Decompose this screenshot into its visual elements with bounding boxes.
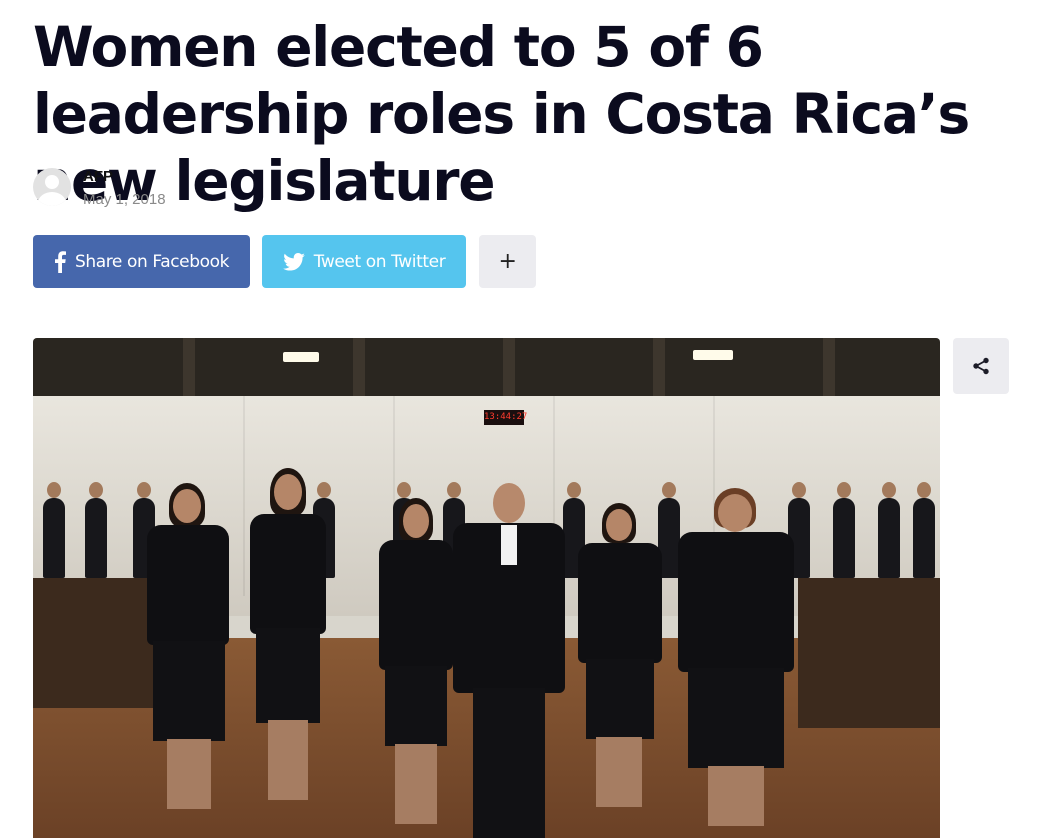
photo-background-person [43, 482, 65, 578]
photo-background-person [913, 482, 935, 578]
floating-share-button[interactable] [953, 338, 1009, 394]
figure-body [379, 540, 453, 670]
photo-beam [653, 338, 665, 396]
photo-background-person [85, 482, 107, 578]
photo-beam [183, 338, 195, 396]
photo-beam [353, 338, 365, 396]
figure-body [578, 543, 662, 663]
share-facebook-button[interactable]: Share on Facebook [33, 235, 250, 288]
publish-date: May 1, 2018 [83, 191, 166, 208]
photo-background-person [833, 482, 855, 578]
photo-beam [823, 338, 835, 396]
share-icon [973, 357, 989, 375]
figure-skirt [385, 666, 447, 746]
photo-ceiling-light [283, 352, 319, 362]
figure-trousers [473, 688, 545, 838]
plus-icon: + [498, 249, 517, 274]
photo-desk-right [798, 578, 940, 728]
figure-skirt [153, 641, 225, 741]
share-facebook-label: Share on Facebook [74, 251, 230, 272]
figure-skirt [256, 628, 320, 723]
avatar-shoulders [38, 192, 66, 206]
figure-head [493, 483, 525, 523]
more-share-button[interactable]: + [479, 235, 536, 288]
figure-head [173, 489, 201, 523]
figure-body [147, 525, 229, 645]
figure-body [250, 514, 326, 634]
figure-legs [268, 720, 308, 800]
article-headline: Women elected to 5 of 6 leadership roles… [33, 15, 970, 213]
user-avatar-icon[interactable] [33, 168, 71, 206]
figure-head [718, 494, 752, 532]
figure-head [606, 509, 632, 541]
figure-shirt [501, 525, 517, 565]
facebook-icon [54, 250, 66, 273]
figure-body [678, 532, 794, 672]
author-name[interactable]: AFP [83, 168, 113, 185]
avatar-head [45, 175, 59, 189]
figure-head [274, 474, 302, 510]
figure-skirt [586, 659, 654, 739]
photo-ceiling-light [693, 350, 733, 360]
photo-beam [503, 338, 515, 396]
photo-ceiling [33, 338, 940, 396]
photo-desk-left [33, 578, 153, 708]
figure-head [403, 504, 429, 538]
tweet-twitter-button[interactable]: Tweet on Twitter [262, 235, 466, 288]
photo-background-person [878, 482, 900, 578]
photo-wall-panel [243, 396, 245, 596]
figure-legs [596, 737, 642, 807]
tweet-twitter-label: Tweet on Twitter [313, 251, 446, 272]
article-photo: 13:44:27 [33, 338, 940, 838]
twitter-icon [282, 252, 305, 271]
figure-legs [708, 766, 764, 826]
figure-legs [395, 744, 437, 824]
photo-wall-clock: 13:44:27 [484, 410, 527, 425]
figure-legs [167, 739, 211, 809]
figure-skirt [688, 668, 784, 768]
